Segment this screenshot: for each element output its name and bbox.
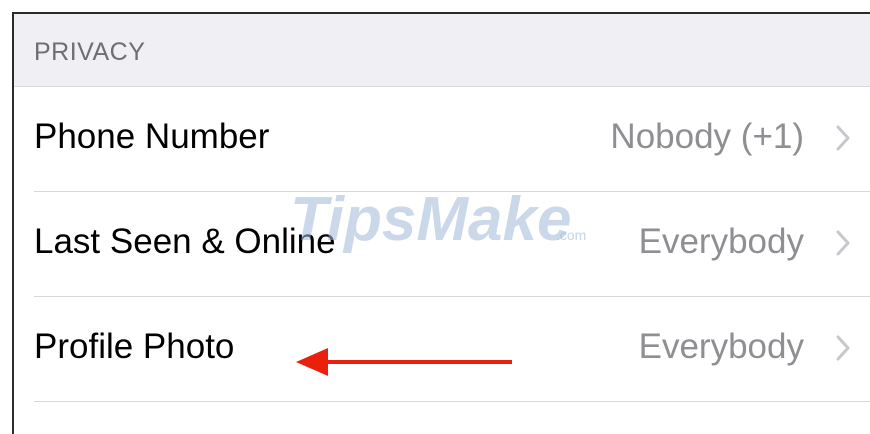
section-header-label: PRIVACY [34, 38, 146, 66]
privacy-row-last-seen[interactable]: Last Seen & Online Everybody [14, 192, 870, 296]
row-value: Everybody [638, 327, 804, 366]
privacy-row-phone-number[interactable]: Phone Number Nobody (+1) [14, 87, 870, 191]
row-label: Phone Number [34, 117, 270, 156]
left-arrow-annotation [296, 348, 512, 376]
row-label: Profile Photo [34, 327, 235, 366]
divider [34, 401, 870, 402]
row-value: Nobody (+1) [610, 117, 804, 156]
row-label: Last Seen & Online [34, 222, 336, 261]
privacy-settings-panel: PRIVACY Phone Number Nobody (+1) Last Se… [12, 12, 870, 434]
chevron-right-icon [836, 125, 850, 151]
chevron-right-icon [836, 335, 850, 361]
row-value: Everybody [638, 222, 804, 261]
chevron-right-icon [836, 230, 850, 256]
section-header: PRIVACY [14, 14, 870, 87]
